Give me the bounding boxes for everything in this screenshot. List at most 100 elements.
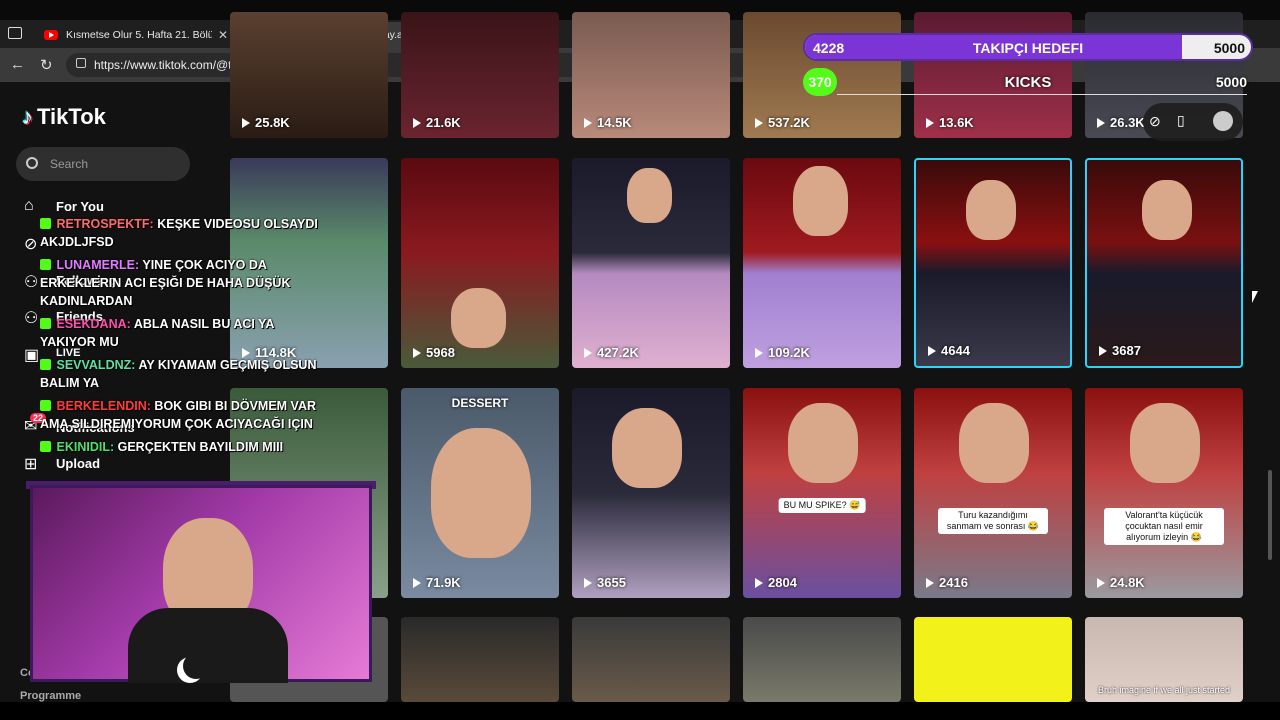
video-caption: Valorant'ta küçücük çocuktan nasıl emir …	[1104, 508, 1224, 545]
video-caption: Bruh imagine if we all just started	[1097, 685, 1231, 695]
tab-actions-icon[interactable]	[8, 27, 22, 39]
back-icon[interactable]: ←	[10, 56, 25, 73]
video-card[interactable]: 14.5K	[572, 12, 730, 138]
tiktok-note-icon: ♪	[22, 104, 33, 129]
play-icon	[755, 117, 763, 128]
chat-username: BERKELENDIN:	[56, 399, 151, 413]
chat-username: RETROSPEKTF:	[56, 217, 154, 231]
close-tab-icon[interactable]: ✕	[218, 28, 228, 42]
view-count: 71.9K	[413, 575, 461, 590]
view-count: 2804	[755, 575, 797, 590]
video-card[interactable]: 3687	[1085, 158, 1243, 368]
video-card[interactable]: 109.2K	[743, 158, 901, 368]
person-thumbnail	[788, 403, 858, 483]
video-card[interactable]: 5968	[401, 158, 559, 368]
chat-message: BERKELENDIN: BOK GIBI BI DÖVMEM VAR AMA …	[40, 397, 320, 433]
person-thumbnail	[627, 168, 672, 223]
kicks-label: KICKS	[1004, 74, 1052, 91]
person-thumbnail	[431, 428, 531, 558]
video-card[interactable]: Bruh imagine if we all just started	[1085, 617, 1243, 702]
live-icon: ▣	[24, 347, 40, 364]
play-icon	[755, 347, 763, 358]
video-card[interactable]: 21.6K	[401, 12, 559, 138]
tab-youtube[interactable]: Kısmetse Olur 5. Hafta 21. Bölüm ✕	[36, 22, 236, 48]
video-caption: BU MU SPIKE? 😅	[778, 498, 866, 513]
compass-icon: ⊘	[24, 236, 38, 253]
view-count: 537.2K	[755, 115, 810, 130]
person-thumbnail	[451, 288, 506, 348]
logo-text: TikTok	[37, 104, 106, 129]
play-icon	[1097, 117, 1105, 128]
chat-message: LUNAMERLE: YINE ÇOK ACIYO DA ERKEKLERIN …	[40, 256, 320, 310]
home-icon: ⌂	[24, 197, 34, 214]
chat-username: LUNAMERLE:	[56, 258, 140, 272]
search-icon	[26, 157, 38, 169]
compass-icon[interactable]: ⊘	[1149, 113, 1161, 130]
site-info-icon[interactable]	[76, 58, 86, 68]
tiktok-logo[interactable]: ♪ TikTok	[22, 104, 106, 130]
video-card[interactable]	[914, 617, 1072, 702]
video-grid: 25.8K 21.6K 14.5K 537.2K 13.6K 26.3K 114…	[230, 12, 1250, 702]
scrollbar[interactable]	[1268, 470, 1272, 560]
webcam-feed	[30, 485, 372, 683]
play-icon	[928, 345, 936, 356]
view-count: 3655	[584, 575, 626, 590]
person-thumbnail	[959, 403, 1029, 483]
footer-programme[interactable]: Programme	[20, 690, 81, 702]
friends-icon: ⚇	[24, 310, 39, 327]
nav-for-you[interactable]: For You	[56, 199, 104, 214]
video-card[interactable]	[572, 617, 730, 702]
view-count: 13.6K	[926, 115, 974, 130]
video-card[interactable]: 427.2K	[572, 158, 730, 368]
view-count: 3687	[1099, 343, 1141, 358]
chat-message: ESEKDANA: ABLA NASIL BU ACI YA YAKIYOR M…	[40, 315, 320, 351]
follower-goal-bar: 4228 TAKIPÇI HEDEFI 5000	[803, 33, 1253, 61]
view-count: 26.3K	[1097, 115, 1145, 130]
video-card[interactable]: Valorant'ta küçücük çocuktan nasıl emir …	[1085, 388, 1243, 598]
person-thumbnail	[612, 408, 682, 488]
chat-message: EKINIDIL: GERÇEKTEN BAYILDIM MIII	[40, 438, 320, 456]
person-thumbnail	[966, 180, 1016, 240]
following-icon: ⚇	[24, 274, 39, 291]
video-card[interactable]: DESSERT 71.9K	[401, 388, 559, 598]
video-card[interactable]: Turu kazandığımı sanmam ve sonrası 😂 241…	[914, 388, 1072, 598]
play-icon	[584, 347, 592, 358]
kicks-track	[837, 94, 1247, 95]
video-card[interactable]: BU MU SPIKE? 😅 2804	[743, 388, 901, 598]
view-count: 109.2K	[755, 345, 810, 360]
goal-label: TAKIPÇI HEDEFI	[972, 40, 1084, 56]
play-icon	[413, 117, 421, 128]
streamer-body	[128, 608, 288, 683]
chat-message: SEVVALDNZ: AY KIYAMAM GEÇMIŞ OLSUN BALIM…	[40, 356, 320, 392]
video-card[interactable]: 4644	[914, 158, 1072, 368]
chat-text: GERÇEKTEN BAYILDIM MIII	[117, 440, 284, 454]
play-icon	[413, 577, 421, 588]
play-icon	[1097, 577, 1105, 588]
view-count: 24.8K	[1097, 575, 1145, 590]
avatar[interactable]	[1213, 111, 1233, 131]
video-card[interactable]	[743, 617, 901, 702]
video-card[interactable]: 25.8K	[230, 12, 388, 138]
play-icon	[926, 117, 934, 128]
video-card[interactable]	[401, 617, 559, 702]
kicks-max: 5000	[1215, 74, 1247, 90]
kick-badge-icon	[40, 400, 51, 411]
kick-badge-icon	[40, 441, 51, 452]
view-count: 5968	[413, 345, 455, 360]
play-icon	[926, 577, 934, 588]
mouse-cursor-icon	[1252, 291, 1258, 303]
video-caption: DESSERT	[451, 396, 509, 410]
reload-icon[interactable]: ↻	[40, 56, 53, 74]
view-count: 21.6K	[413, 115, 461, 130]
play-icon	[413, 347, 421, 358]
youtube-icon	[44, 30, 58, 40]
chat-username: EKINIDIL:	[56, 440, 115, 454]
phone-icon[interactable]: ▯	[1177, 112, 1185, 129]
video-card[interactable]: 3655	[572, 388, 730, 598]
floating-actions-bar: ⊘ ▯	[1143, 103, 1243, 141]
person-thumbnail	[793, 166, 848, 236]
view-count: 427.2K	[584, 345, 639, 360]
stream-chat: RETROSPEKTF: KEŞKE VIDEOSU OLSAYDI AKJDL…	[40, 215, 320, 461]
play-icon	[584, 117, 592, 128]
search-input[interactable]: Search	[16, 147, 190, 181]
